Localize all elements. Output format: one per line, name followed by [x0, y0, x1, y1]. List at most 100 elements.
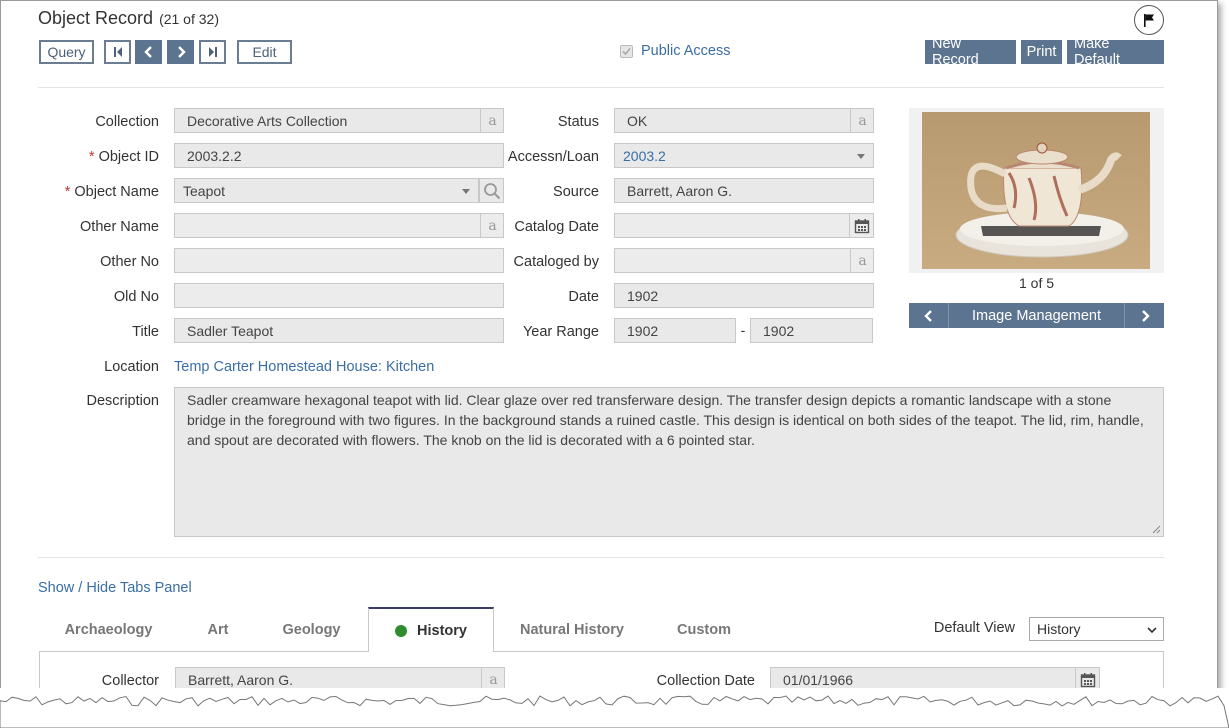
make-default-button[interactable]: Make Default	[1067, 36, 1164, 68]
other-no-label: Other No	[100, 254, 159, 270]
calendar-icon	[854, 218, 870, 233]
public-access-checkbox[interactable]	[620, 44, 633, 58]
collection-date-label: Collection Date	[656, 673, 755, 689]
object-id-label-text: Object ID	[98, 149, 159, 165]
query-button[interactable]: Query	[39, 40, 94, 64]
cataloged-by-label: Cataloged by	[513, 254, 599, 270]
object-name-label-text: Object Name	[74, 184, 159, 200]
catalog-date-picker[interactable]	[849, 213, 874, 238]
tab-art[interactable]: Art	[191, 609, 245, 651]
status-field[interactable]: OK a	[614, 108, 874, 133]
resize-handle-icon[interactable]	[1151, 524, 1161, 534]
object-name-search-button[interactable]	[479, 178, 504, 203]
other-no-field[interactable]	[174, 248, 504, 273]
collection-date-value: 01/01/1966	[783, 671, 854, 688]
title-label: Title	[132, 324, 159, 340]
next-record-button[interactable]	[167, 40, 194, 64]
edit-button[interactable]: Edit	[237, 40, 292, 64]
search-icon	[483, 182, 500, 199]
dropdown-icon	[857, 154, 865, 159]
tab-geology[interactable]: Geology	[269, 609, 354, 651]
last-icon	[208, 47, 217, 57]
torn-edge-decoration	[0, 688, 1229, 728]
last-record-button[interactable]	[199, 40, 226, 64]
object-name-value: Teapot	[183, 182, 226, 199]
object-id-field[interactable]: 2003.2.2	[174, 143, 504, 168]
old-no-label: Old No	[113, 289, 159, 305]
public-access: Public Access	[620, 43, 730, 59]
year-range-label: Year Range	[522, 324, 599, 340]
default-view-value: History	[1037, 621, 1081, 637]
show-hide-tabs-link[interactable]: Show / Hide Tabs Panel	[38, 580, 192, 596]
print-button[interactable]: Print	[1021, 40, 1062, 64]
chevron-down-icon	[1147, 627, 1157, 634]
accessn-loan-label: Accessn/Loan	[507, 149, 599, 165]
image-next-button[interactable]	[1124, 303, 1164, 328]
date-field[interactable]: 1902	[614, 283, 874, 308]
object-image-frame[interactable]	[909, 108, 1164, 273]
description-label: Description	[86, 393, 159, 409]
cataloged-by-field[interactable]: a	[614, 248, 874, 273]
first-record-button[interactable]	[104, 40, 131, 64]
collection-value: Decorative Arts Collection	[187, 112, 348, 129]
tab-custom[interactable]: Custom	[661, 609, 747, 651]
year-range-separator: -	[740, 322, 746, 338]
object-name-label: * Object Name	[64, 184, 159, 200]
image-prev-button[interactable]	[909, 303, 949, 328]
object-id-label: * Object ID	[88, 149, 159, 165]
catalog-date-field[interactable]	[614, 213, 874, 238]
location-label: Location	[104, 359, 159, 375]
image-management-bar: Image Management	[909, 303, 1164, 328]
chevron-right-icon	[1141, 309, 1150, 322]
status-label: Status	[557, 114, 599, 130]
image-management-button[interactable]: Image Management	[949, 303, 1124, 328]
source-label: Source	[553, 184, 599, 200]
location-link[interactable]: Temp Carter Homestead House: Kitchen	[174, 359, 434, 375]
flag-icon	[1144, 14, 1154, 27]
accessn-loan-select[interactable]: 2003.2	[614, 143, 874, 168]
other-name-field[interactable]: a	[174, 213, 504, 238]
app-window: Object Record (21 of 32) Query Edit Publi…	[0, 0, 1218, 708]
prev-record-button[interactable]	[135, 40, 162, 64]
year-to-field[interactable]: 1902	[750, 318, 873, 343]
accessn-loan-value[interactable]: 2003.2	[623, 148, 666, 164]
tab-history[interactable]: History	[368, 607, 494, 652]
calendar-icon	[1080, 672, 1096, 687]
divider	[38, 87, 1164, 88]
date-value: 1902	[627, 287, 659, 304]
other-name-label: Other Name	[80, 219, 159, 235]
teapot-photo	[922, 112, 1150, 269]
year-from-field[interactable]: 1902	[614, 318, 736, 343]
collector-value: Barrett, Aaron G.	[188, 671, 294, 688]
record-count: (21 of 32)	[159, 11, 219, 27]
image-counter: 1 of 5	[1018, 275, 1055, 291]
old-no-field[interactable]	[174, 283, 504, 308]
chevron-left-icon	[923, 309, 932, 322]
next-icon	[177, 46, 186, 58]
collection-field[interactable]: Decorative Arts Collection a	[174, 108, 504, 133]
title-value: Sadler Teapot	[187, 322, 274, 339]
year-to-value: 1902	[763, 322, 795, 339]
collector-label: Collector	[101, 673, 159, 689]
page-title-text: Object Record	[38, 8, 154, 28]
default-view-select[interactable]: History	[1029, 617, 1164, 641]
lookup-a-icon[interactable]: a	[480, 213, 504, 238]
tab-natural-history[interactable]: Natural History	[509, 609, 635, 651]
lookup-a-icon[interactable]: a	[480, 108, 504, 133]
lookup-a-icon[interactable]: a	[850, 108, 874, 133]
page-title: Object Record (21 of 32)	[38, 8, 219, 29]
lookup-a-icon[interactable]: a	[850, 248, 874, 273]
catalog-date-label: Catalog Date	[514, 219, 599, 235]
dropdown-icon	[462, 189, 470, 194]
tab-archaeology[interactable]: Archaeology	[51, 609, 166, 651]
source-field[interactable]: Barrett, Aaron G.	[614, 178, 874, 203]
default-view-label: Default View	[933, 620, 1015, 636]
prev-icon	[143, 46, 152, 58]
status-value: OK	[627, 112, 648, 129]
title-field[interactable]: Sadler Teapot	[174, 318, 504, 343]
description-textarea[interactable]: Sadler creamware hexagonal teapot with l…	[174, 387, 1164, 537]
source-value: Barrett, Aaron G.	[627, 182, 733, 199]
flag-button[interactable]	[1134, 5, 1164, 35]
new-record-button[interactable]: New Record	[925, 36, 1016, 68]
object-name-select[interactable]: Teapot	[174, 178, 479, 203]
